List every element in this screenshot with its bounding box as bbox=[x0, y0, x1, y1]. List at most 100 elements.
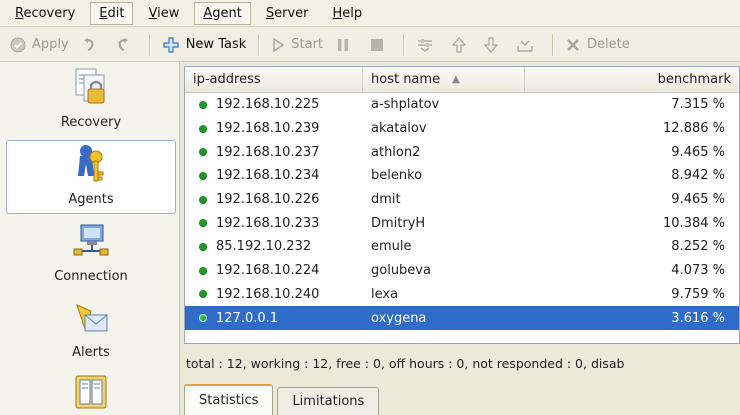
cell-ip: 127.0.0.1 bbox=[216, 310, 279, 326]
menu-agent[interactable]: Agent bbox=[194, 1, 251, 25]
online-status-icon bbox=[199, 171, 207, 180]
cell-ip: 192.168.10.237 bbox=[216, 144, 320, 160]
column-header-ip-address[interactable]: ip-address bbox=[185, 67, 363, 92]
cell-benchmark: 8.942 % bbox=[671, 168, 725, 184]
agents-icon bbox=[74, 142, 108, 188]
toolbar-separator bbox=[148, 33, 150, 56]
cell-benchmark: 12.886 % bbox=[663, 121, 725, 137]
online-status-icon bbox=[199, 195, 207, 204]
cell-host: emule bbox=[371, 239, 412, 255]
menu-help[interactable]: Help bbox=[324, 2, 372, 25]
redo-button[interactable] bbox=[109, 32, 143, 58]
table-row[interactable]: 192.168.10.240 lexa 9.759 % bbox=[185, 283, 739, 307]
cell-host: belenko bbox=[371, 168, 423, 184]
alerts-icon bbox=[73, 299, 109, 341]
table-row[interactable]: 85.192.10.232 emule 8.252 % bbox=[185, 235, 739, 259]
menu-view[interactable]: View bbox=[139, 2, 188, 25]
start-button[interactable]: Start bbox=[265, 32, 329, 58]
tab-statistics[interactable]: Statistics bbox=[184, 384, 274, 415]
toolbar-separator bbox=[552, 33, 554, 56]
cell-host: athlon2 bbox=[371, 144, 421, 160]
online-status-icon bbox=[199, 314, 207, 323]
play-icon bbox=[271, 37, 285, 53]
delete-x-icon bbox=[565, 37, 581, 53]
column-header-host-name[interactable]: host name ▲ bbox=[363, 67, 525, 92]
new-task-label: New Task bbox=[185, 37, 247, 52]
cell-ip: 192.168.10.226 bbox=[216, 192, 320, 208]
column-label: host name bbox=[371, 72, 441, 87]
sidebar-item-recovery[interactable]: Recovery bbox=[6, 62, 176, 136]
table-header: ip-address host name ▲ benchmark bbox=[185, 67, 739, 93]
apply-check-icon bbox=[10, 37, 26, 53]
table-row[interactable]: 192.168.10.239 akatalov 12.886 % bbox=[185, 117, 739, 141]
menu-recovery[interactable]: Recovery bbox=[6, 2, 84, 25]
table-row-selected[interactable]: 127.0.0.1 oxygena 3.616 % bbox=[185, 306, 739, 330]
table-row[interactable]: 192.168.10.225 a-shplatov 7.315 % bbox=[185, 93, 739, 117]
properties-button[interactable] bbox=[410, 32, 446, 58]
menu-edit[interactable]: Edit bbox=[90, 1, 134, 25]
online-status-icon bbox=[199, 148, 207, 157]
sidebar-item-label: Connection bbox=[54, 269, 128, 284]
cell-benchmark: 9.465 % bbox=[671, 144, 725, 160]
menu-bar: Recovery Edit View Agent Server Help bbox=[0, 0, 740, 27]
pause-button[interactable] bbox=[329, 32, 363, 58]
cell-benchmark: 9.465 % bbox=[671, 192, 725, 208]
table-row[interactable]: 192.168.10.226 dmit 9.465 % bbox=[185, 188, 739, 212]
cell-ip: 192.168.10.233 bbox=[216, 215, 320, 231]
book-icon bbox=[74, 374, 108, 414]
arrow-down-icon bbox=[484, 36, 499, 53]
delete-button[interactable]: Delete bbox=[559, 32, 636, 58]
sidebar-item-label: Recovery bbox=[60, 115, 122, 130]
cell-ip: 192.168.10.234 bbox=[216, 168, 320, 184]
tab-limitations[interactable]: Limitations bbox=[277, 387, 380, 415]
sidebar-item-book[interactable] bbox=[6, 368, 176, 415]
cell-benchmark: 9.759 % bbox=[671, 286, 725, 302]
cell-benchmark: 3.616 % bbox=[671, 310, 725, 326]
sidebar-item-alerts[interactable]: Alerts bbox=[6, 292, 176, 366]
cell-ip: 192.168.10.225 bbox=[216, 97, 320, 113]
sort-ascending-icon: ▲ bbox=[452, 74, 460, 85]
sidebar-item-connection[interactable]: Connection bbox=[6, 216, 176, 290]
stop-icon bbox=[369, 37, 385, 53]
pause-icon bbox=[335, 37, 351, 53]
recovery-icon bbox=[74, 67, 108, 111]
apply-label: Apply bbox=[32, 37, 69, 52]
cell-benchmark: 8.252 % bbox=[671, 239, 725, 255]
undo-icon bbox=[81, 37, 97, 53]
table-row[interactable]: 192.168.10.224 golubeva 4.073 % bbox=[185, 259, 739, 283]
online-status-icon bbox=[199, 124, 207, 133]
inbox-icon bbox=[516, 37, 534, 53]
sidebar-item-label: Alerts bbox=[72, 345, 110, 360]
cell-host: akatalov bbox=[371, 121, 427, 137]
table-body: 192.168.10.225 a-shplatov 7.315 % 192.16… bbox=[185, 93, 739, 330]
toolbar-separator bbox=[258, 33, 260, 56]
start-label: Start bbox=[291, 37, 324, 52]
connection-icon bbox=[73, 223, 109, 265]
undo-button[interactable] bbox=[75, 32, 109, 58]
menu-server[interactable]: Server bbox=[257, 2, 318, 25]
properties-icon bbox=[416, 37, 434, 53]
download-button[interactable] bbox=[510, 32, 546, 58]
table-row[interactable]: 192.168.10.233 DmitryH 10.384 % bbox=[185, 211, 739, 235]
sidebar: Recovery Agents Connection Alerts bbox=[0, 62, 180, 415]
delete-label: Delete bbox=[587, 37, 630, 52]
column-header-benchmark[interactable]: benchmark bbox=[525, 67, 739, 92]
move-up-button[interactable] bbox=[446, 32, 478, 58]
cell-benchmark: 10.384 % bbox=[663, 215, 725, 231]
cell-host: dmit bbox=[371, 192, 401, 208]
stop-button[interactable] bbox=[363, 32, 397, 58]
sidebar-item-agents[interactable]: Agents bbox=[6, 140, 176, 214]
table-row[interactable]: 192.168.10.237 athlon2 9.465 % bbox=[185, 140, 739, 164]
online-status-icon bbox=[199, 242, 207, 251]
cell-benchmark: 7.315 % bbox=[671, 97, 725, 113]
sidebar-item-label: Agents bbox=[68, 192, 114, 207]
toolbar-separator bbox=[403, 33, 405, 56]
table-row[interactable]: 192.168.10.234 belenko 8.942 % bbox=[185, 164, 739, 188]
new-task-button[interactable]: New Task bbox=[156, 32, 253, 58]
online-status-icon bbox=[199, 219, 207, 228]
move-down-button[interactable] bbox=[478, 32, 510, 58]
arrow-up-icon bbox=[452, 36, 467, 53]
cell-host: lexa bbox=[371, 286, 399, 302]
apply-button[interactable]: Apply bbox=[4, 32, 75, 58]
tab-label: Statistics bbox=[199, 393, 259, 408]
